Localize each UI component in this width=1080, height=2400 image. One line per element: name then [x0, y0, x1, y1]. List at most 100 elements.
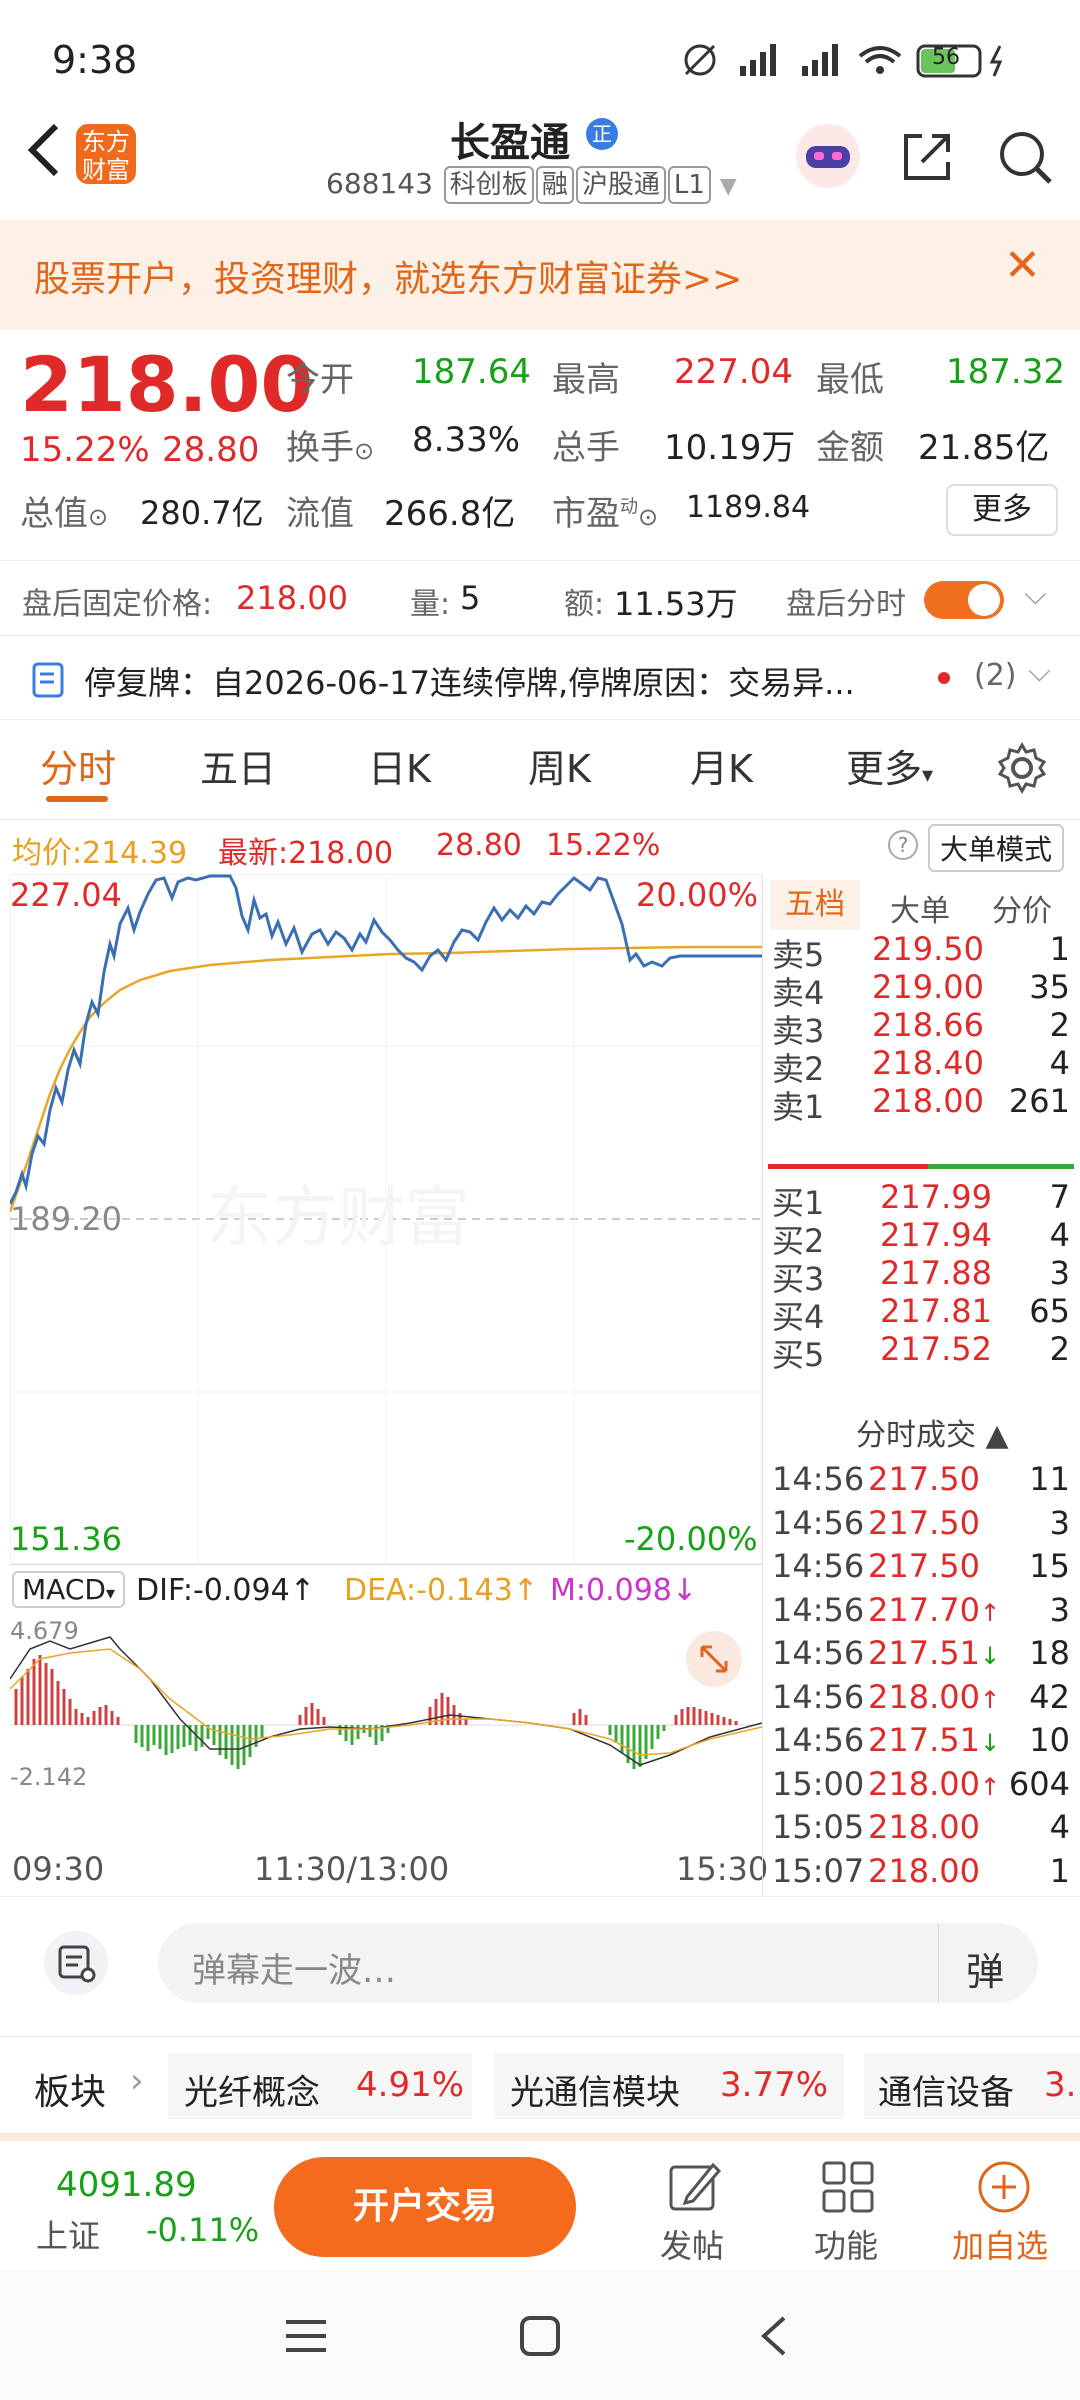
index-value[interactable]: 4091.89 [56, 2165, 197, 2205]
tab-more[interactable]: 更多▾ [846, 738, 933, 793]
suspension-notice[interactable]: 停复牌：自2026-06-17连续停牌,停牌原因：交易异... (2) ⌵ [0, 636, 1080, 720]
dea-line [10, 1648, 762, 1756]
big-order-mode-button[interactable]: 大单模式 [928, 824, 1065, 872]
back-nav-icon[interactable] [754, 2314, 794, 2358]
edit-icon [669, 2162, 722, 2211]
danmu-settings-button[interactable] [44, 1931, 108, 1995]
help-icon[interactable]: ? [888, 830, 918, 860]
stock-code: 688143 [326, 167, 433, 200]
settings-gear-icon[interactable] [996, 742, 1048, 794]
home-icon[interactable] [518, 2314, 562, 2358]
orderbook-tab-bigorder[interactable]: 大单 [890, 886, 950, 930]
trade-row[interactable]: 14:56 217.51↓ 10 [768, 1721, 1074, 1765]
index-name[interactable]: 上证 [36, 2211, 100, 2257]
stock-title: 长盈通 [450, 120, 570, 166]
orderbook-price: 217.81 [880, 1292, 992, 1330]
add-watchlist-button[interactable]: 加自选 [950, 2157, 1060, 2267]
post-button[interactable]: 发帖 [650, 2157, 740, 2267]
orderbook-label: 14:56 [772, 1590, 865, 1629]
trade-row[interactable]: 14:56 217.50 15 [768, 1547, 1074, 1591]
afterhours-toggle[interactable] [924, 581, 1004, 619]
trade-row[interactable]: 14:56 217.50 3 [768, 1504, 1074, 1548]
latest-price: 218.00 [288, 836, 394, 871]
dif-line [10, 1636, 762, 1766]
pct-axis-bottom: -20.00% [624, 1520, 758, 1558]
tab-intraday[interactable]: 分时 [40, 738, 116, 793]
banner-text[interactable]: 股票开户，投资理财，就选东方财富证券>> [34, 250, 742, 302]
ask-row[interactable]: 卖1 218.00 261 [768, 1082, 1074, 1126]
open-account-trade-button[interactable]: 开户交易 [274, 2157, 576, 2257]
sector-chip[interactable]: 光纤概念 4.91% [168, 2053, 472, 2119]
index-change[interactable]: -0.11% [146, 2211, 259, 2249]
amount-value: 21.85亿 [918, 428, 1050, 468]
tab-monthly[interactable]: 月K [690, 738, 753, 793]
trade-row[interactable]: 15:05 218.00 4 [768, 1808, 1074, 1852]
orderbook-volume: 35 [1029, 968, 1070, 1006]
orderbook-price: 217.99 [880, 1178, 992, 1216]
danmu-toggle-button[interactable]: 弹 [966, 1941, 1004, 1996]
trade-row[interactable]: 15:00 218.00↑ 604 [768, 1765, 1074, 1809]
low-label: 最低 [816, 360, 884, 400]
float-value: 266.8亿 [384, 494, 516, 534]
status-time: 9:38 [52, 38, 138, 82]
tab-5day[interactable]: 五日 [200, 738, 276, 793]
function-button[interactable]: 功能 [806, 2157, 896, 2267]
macd-dif: DIF:-0.094↑ [136, 1573, 315, 1608]
orderbook-price: 217.52 [880, 1330, 992, 1368]
sector-chip[interactable]: 光通信模块 3.77% [494, 2053, 844, 2119]
danmu-placeholder[interactable]: 弹幕走一波… [192, 1943, 396, 1992]
orderbook-price: 218.40 [872, 1044, 984, 1082]
orderbook-price: 218.00 [868, 1851, 980, 1890]
volume-label: 总手 [552, 428, 620, 468]
orderbook-label: 14:56 [772, 1677, 865, 1716]
trade-row[interactable]: 14:56 217.50 11 [768, 1460, 1074, 1504]
orderbook-tab-price[interactable]: 分价 [992, 886, 1052, 930]
trade-row[interactable]: 14:56 217.70↑ 3 [768, 1591, 1074, 1635]
macd-selector[interactable]: MACD▾ [12, 1571, 125, 1608]
trade-row[interactable]: 14:56 218.00↑ 42 [768, 1678, 1074, 1722]
orderbook-label: 14:56 [772, 1547, 865, 1585]
sector-chip[interactable]: 通信设备 3. [864, 2053, 1080, 2119]
promo-banner[interactable]: 股票开户，投资理财，就选东方财富证券>> ✕ [0, 220, 1080, 330]
turnover-label: 换手⊙ [286, 428, 375, 468]
orderbook-price: 217.94 [880, 1216, 992, 1254]
chevron-down-icon[interactable]: ▼ [720, 174, 737, 199]
pct-axis-top: 20.00% [636, 876, 759, 914]
danmu-input[interactable]: 弹幕走一波… 弹 [158, 1923, 1038, 2003]
trades-title[interactable]: 分时成交 ▲ [856, 1410, 1009, 1454]
tag-connect: 沪股通 [575, 166, 666, 204]
tab-daily[interactable]: 日K [368, 738, 431, 793]
search-button[interactable] [996, 128, 1056, 188]
share-icon [904, 134, 950, 180]
more-button[interactable]: 更多 [946, 484, 1058, 536]
last-price: 218.00 [20, 340, 314, 429]
orderbook-volume: 604 [1008, 1764, 1070, 1803]
close-icon[interactable]: ✕ [1004, 240, 1041, 291]
macd-bottom-value: -2.142 [10, 1763, 88, 1791]
share-button[interactable] [900, 128, 956, 184]
orderbook-volume: 261 [1008, 1082, 1070, 1120]
macd-top-value: 4.679 [10, 1617, 79, 1645]
chevron-right-icon[interactable]: › [130, 2061, 144, 2101]
orderbook-volume: 11 [1029, 1460, 1070, 1498]
bid-row[interactable]: 买5 217.52 2 [768, 1330, 1074, 1374]
chevron-down-icon[interactable]: ⌵ [1028, 654, 1051, 689]
macd-m: M:0.098↓ [550, 1573, 698, 1608]
x-axis-start: 09:30 [12, 1850, 105, 1888]
expand-button[interactable] [686, 1631, 742, 1687]
orderbook-tab-5level[interactable]: 五档 [770, 880, 860, 930]
trade-row[interactable]: 14:56 217.51↓ 18 [768, 1634, 1074, 1678]
afterhours-bar: 盘后固定价格: 218.00 量: 5 额: 11.53万 盘后分时 ⌵ [0, 560, 1080, 636]
orderbook-label: 15:00 [772, 1764, 865, 1803]
tab-weekly[interactable]: 周K [528, 738, 591, 793]
menu-icon[interactable] [284, 2316, 328, 2356]
afterhours-price-label: 盘后固定价格: [22, 587, 213, 622]
price-chart[interactable]: 东方财富 227.04 189.20 151.36 20.00% -20.00% [8, 873, 763, 1565]
orderbook-price: 217.50 [868, 1547, 980, 1585]
chevron-down-icon[interactable]: ⌵ [1024, 577, 1047, 612]
robot-avatar[interactable] [796, 124, 860, 188]
orderbook-label: 14:56 [772, 1634, 865, 1672]
orderbook-price: 218.00 [868, 1808, 980, 1846]
back-button[interactable] [20, 120, 70, 180]
trade-row[interactable]: 15:07 218.00 1 [768, 1852, 1074, 1896]
